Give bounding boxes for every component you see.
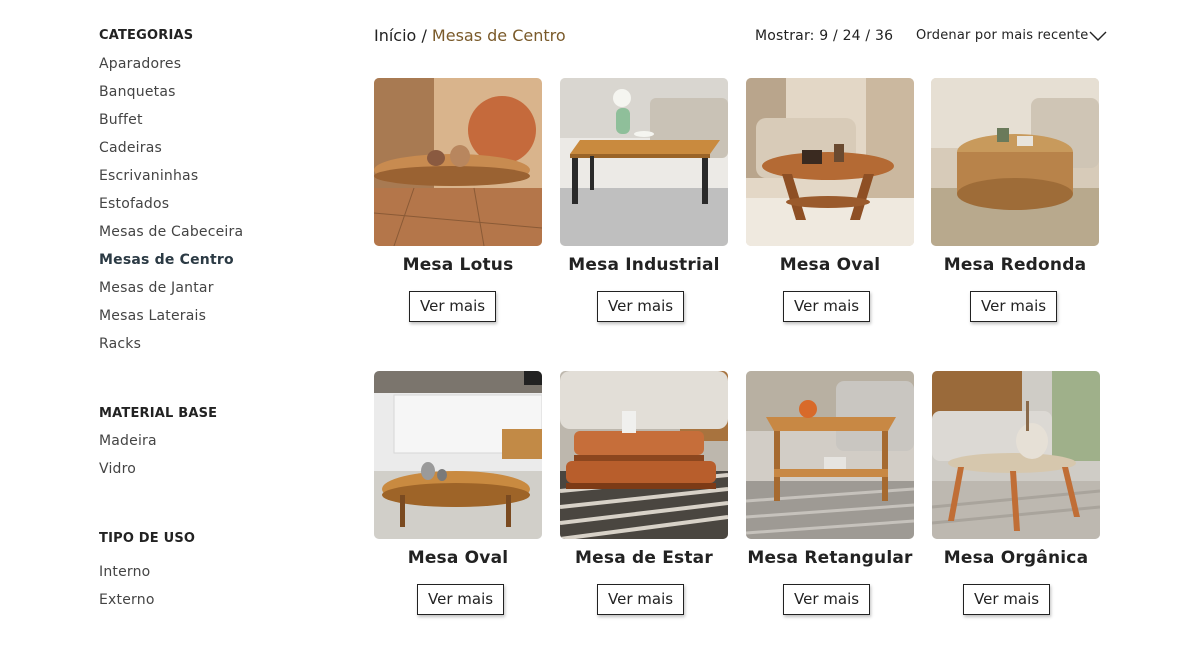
product-image[interactable] [932,371,1100,539]
product-image[interactable] [374,371,542,539]
category-item-active[interactable]: Mesas de Centro [99,251,299,279]
product-image[interactable] [374,78,542,246]
product-card: Mesa Oval Ver mais [374,371,542,615]
usage-item[interactable]: Interno [99,563,195,591]
see-more-button[interactable]: Ver mais [963,584,1051,615]
categories-section: CATEGORIAS Aparadores Banquetas Buffet C… [99,27,299,363]
see-more-button[interactable]: Ver mais [597,291,685,322]
breadcrumb: Início / Mesas de Centro [374,26,566,46]
see-more-button[interactable]: Ver mais [409,291,497,322]
material-item[interactable]: Vidro [99,460,217,488]
see-more-button[interactable]: Ver mais [417,584,505,615]
usage-section: TIPO DE USO Interno Externo [99,530,195,619]
categories-list: Aparadores Banquetas Buffet Cadeiras Esc… [99,55,299,363]
chevron-down-icon [1089,31,1107,41]
breadcrumb-separator: / [421,26,427,45]
category-item[interactable]: Racks [99,335,299,363]
category-item[interactable]: Buffet [99,111,299,139]
usage-title: TIPO DE USO [99,531,196,546]
product-image[interactable] [560,78,728,246]
sort-label: Ordenar por mais recente [916,28,1089,43]
filters-sidebar: CATEGORIAS Aparadores Banquetas Buffet C… [99,27,299,608]
material-list: Madeira Vidro [99,432,217,488]
see-more-button[interactable]: Ver mais [783,584,871,615]
product-card: Mesa Industrial Ver mais [560,78,728,322]
product-name: Mesa Orgânica [943,548,1089,568]
product-name: Mesa Redonda [943,255,1087,275]
material-title: MATERIAL BASE [99,406,218,421]
product-card: Mesa Lotus Ver mais [374,78,542,322]
category-item[interactable]: Aparadores [99,55,299,83]
product-card: Mesa Oval Ver mais [746,78,914,322]
category-item[interactable]: Cadeiras [99,139,299,167]
category-item[interactable]: Banquetas [99,83,299,111]
material-section: MATERIAL BASE Madeira Vidro [99,405,217,488]
category-item[interactable]: Escrivaninhas [99,167,299,195]
breadcrumb-home-link[interactable]: Início [374,26,416,45]
product-image[interactable] [746,78,914,246]
usage-list: Interno Externo [99,563,195,619]
items-per-page-selector[interactable]: Mostrar: 9 / 24 / 36 [755,27,893,45]
product-card: Mesa Orgânica Ver mais [932,371,1100,615]
see-more-button[interactable]: Ver mais [783,291,871,322]
sort-dropdown[interactable]: Ordenar por mais recente [916,27,1107,45]
see-more-button[interactable]: Ver mais [970,291,1058,322]
product-card: Mesa Retangular Ver mais [746,371,914,615]
see-more-button[interactable]: Ver mais [597,584,685,615]
product-card: Mesa Redonda Ver mais [931,78,1099,322]
categories-title: CATEGORIAS [99,28,194,43]
usage-item[interactable]: Externo [99,591,195,619]
breadcrumb-current: Mesas de Centro [431,26,566,45]
product-image[interactable] [746,371,914,539]
category-item[interactable]: Mesas Laterais [99,307,299,335]
material-item[interactable]: Madeira [99,432,217,460]
category-item[interactable]: Mesas de Jantar [99,279,299,307]
product-image[interactable] [931,78,1099,246]
category-item[interactable]: Estofados [99,195,299,223]
category-item[interactable]: Mesas de Cabeceira [99,223,299,251]
product-image[interactable] [560,371,728,539]
product-card: Mesa de Estar Ver mais [560,371,728,615]
